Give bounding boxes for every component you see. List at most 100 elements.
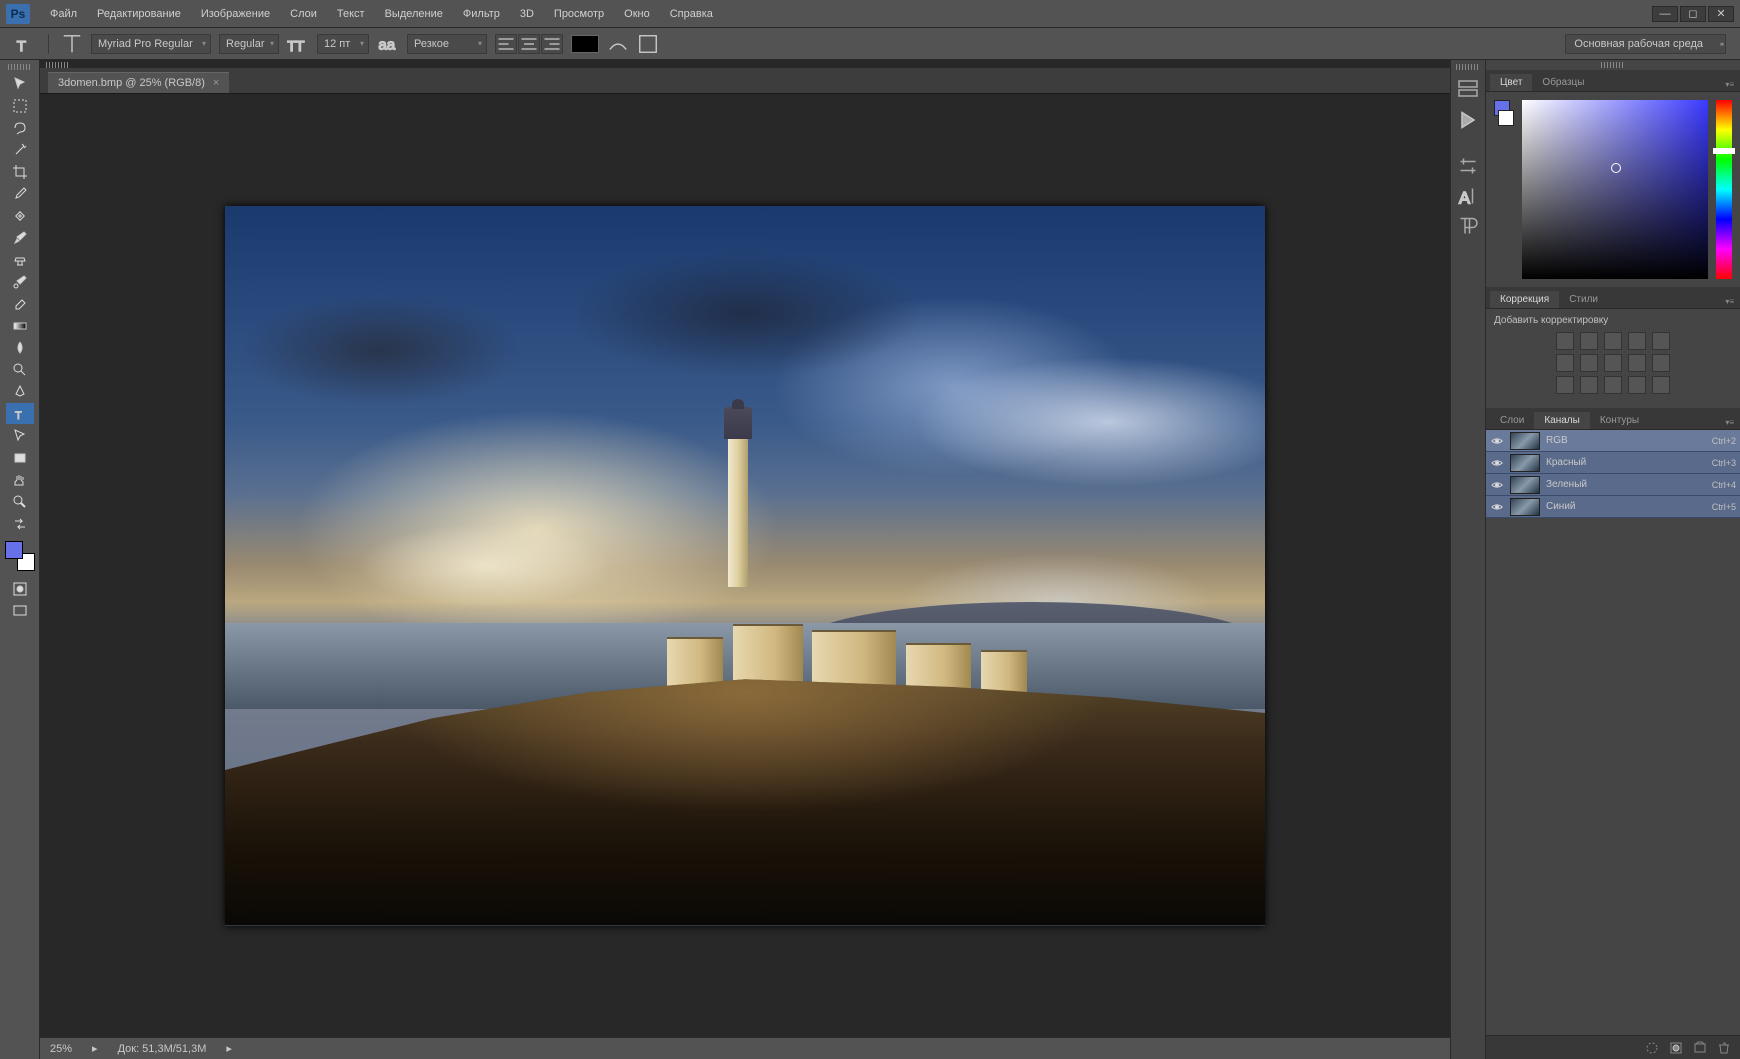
tab-adjustments[interactable]: Коррекция <box>1490 291 1559 308</box>
align-left-button[interactable] <box>495 34 517 54</box>
adj-levels-icon[interactable] <box>1580 332 1598 350</box>
clone-stamp-tool[interactable] <box>6 249 34 270</box>
character-dock-icon[interactable]: A <box>1456 184 1480 208</box>
canvas[interactable] <box>225 206 1265 926</box>
blur-tool[interactable] <box>6 337 34 358</box>
adj-hue-icon[interactable] <box>1556 354 1574 372</box>
font-weight-select[interactable]: Regular <box>219 34 279 54</box>
adj-posterize-icon[interactable] <box>1580 376 1598 394</box>
dodge-tool[interactable] <box>6 359 34 380</box>
channels-panel-menu-icon[interactable]: ▾≡ <box>1719 416 1740 429</box>
color-mini-swatches[interactable] <box>1494 100 1514 279</box>
gradient-tool[interactable] <box>6 315 34 336</box>
tab-color[interactable]: Цвет <box>1490 74 1532 91</box>
menu-file[interactable]: Файл <box>40 4 87 24</box>
adj-brightness-icon[interactable] <box>1556 332 1574 350</box>
text-orientation-icon[interactable] <box>61 33 83 55</box>
save-selection-icon[interactable] <box>1668 1040 1684 1056</box>
visibility-icon[interactable] <box>1490 500 1504 514</box>
channel-row[interactable]: RGBCtrl+2 <box>1486 430 1740 452</box>
healing-brush-tool[interactable] <box>6 205 34 226</box>
character-panel-icon[interactable] <box>637 33 659 55</box>
adj-vibrance-icon[interactable] <box>1652 332 1670 350</box>
zoom-tool[interactable] <box>6 491 34 512</box>
hue-slider[interactable] <box>1716 100 1732 279</box>
warp-text-icon[interactable] <box>607 33 629 55</box>
dock-gripper[interactable] <box>1456 64 1480 70</box>
tab-layers[interactable]: Слои <box>1490 412 1534 429</box>
rectangle-tool[interactable] <box>6 447 34 468</box>
adj-photofilter-icon[interactable] <box>1628 354 1646 372</box>
window-maximize-button[interactable]: ◻ <box>1680 6 1706 22</box>
adj-threshold-icon[interactable] <box>1604 376 1622 394</box>
channel-row[interactable]: ЗеленыйCtrl+4 <box>1486 474 1740 496</box>
window-minimize-button[interactable]: — <box>1652 6 1678 22</box>
font-size-select[interactable]: 12 пт <box>317 34 369 54</box>
lasso-tool[interactable] <box>6 117 34 138</box>
foreground-color-swatch[interactable] <box>5 541 23 559</box>
adjust-panel-menu-icon[interactable]: ▾≡ <box>1719 295 1740 308</box>
menu-text[interactable]: Текст <box>327 4 375 24</box>
type-tool-icon[interactable]: T <box>14 33 36 55</box>
brush-tool[interactable] <box>6 227 34 248</box>
mini-bg-swatch[interactable] <box>1498 110 1514 126</box>
doc-info-arrow-icon[interactable]: ▸ <box>226 1042 232 1055</box>
load-selection-icon[interactable] <box>1644 1040 1660 1056</box>
visibility-icon[interactable] <box>1490 478 1504 492</box>
adj-colorbalance-icon[interactable] <box>1580 354 1598 372</box>
actions-panel-icon[interactable] <box>1456 108 1480 132</box>
screen-mode-tool[interactable] <box>6 600 34 621</box>
magic-wand-tool[interactable] <box>6 139 34 160</box>
align-center-button[interactable] <box>518 34 540 54</box>
zoom-level[interactable]: 25% <box>50 1043 72 1055</box>
document-tab[interactable]: 3domen.bmp @ 25% (RGB/8) × <box>48 72 229 93</box>
channel-row[interactable]: СинийCtrl+5 <box>1486 496 1740 518</box>
panel-gripper[interactable] <box>1601 62 1625 68</box>
tab-styles[interactable]: Стили <box>1559 291 1608 308</box>
color-picker[interactable] <box>1522 100 1708 279</box>
adj-selectivecolor-icon[interactable] <box>1652 376 1670 394</box>
delete-channel-icon[interactable] <box>1716 1040 1732 1056</box>
canvas-viewport[interactable] <box>40 94 1450 1037</box>
window-close-button[interactable]: ✕ <box>1708 6 1734 22</box>
close-tab-icon[interactable]: × <box>213 77 219 89</box>
tab-channels[interactable]: Каналы <box>1534 412 1590 429</box>
color-panel-menu-icon[interactable]: ▾≡ <box>1719 78 1740 91</box>
adj-channelmixer-icon[interactable] <box>1652 354 1670 372</box>
eyedropper-tool[interactable] <box>6 183 34 204</box>
quick-mask-tool[interactable] <box>6 578 34 599</box>
marquee-tool[interactable] <box>6 95 34 116</box>
eraser-tool[interactable] <box>6 293 34 314</box>
zoom-arrow-icon[interactable]: ▸ <box>92 1042 98 1055</box>
menu-window[interactable]: Окно <box>614 4 660 24</box>
hand-tool[interactable] <box>6 469 34 490</box>
history-brush-tool[interactable] <box>6 271 34 292</box>
menu-layers[interactable]: Слои <box>280 4 327 24</box>
pen-tool[interactable] <box>6 381 34 402</box>
adj-curves-icon[interactable] <box>1604 332 1622 350</box>
type-tool[interactable]: T <box>6 403 34 424</box>
properties-panel-icon[interactable] <box>1456 154 1480 178</box>
font-family-select[interactable]: Myriad Pro Regular <box>91 34 211 54</box>
adj-bw-icon[interactable] <box>1604 354 1622 372</box>
workspace-select[interactable]: Основная рабочая среда <box>1565 34 1726 54</box>
anti-alias-select[interactable]: Резкое <box>407 34 487 54</box>
menu-edit[interactable]: Редактирование <box>87 4 191 24</box>
paragraph-dock-icon[interactable] <box>1456 214 1480 238</box>
adj-invert-icon[interactable] <box>1556 376 1574 394</box>
text-color-swatch[interactable] <box>571 35 599 53</box>
crop-tool[interactable] <box>6 161 34 182</box>
adj-exposure-icon[interactable] <box>1628 332 1646 350</box>
menu-select[interactable]: Выделение <box>375 4 453 24</box>
channel-row[interactable]: КрасныйCtrl+3 <box>1486 452 1740 474</box>
tab-paths[interactable]: Контуры <box>1590 412 1649 429</box>
tab-swatches[interactable]: Образцы <box>1532 74 1594 91</box>
menu-view[interactable]: Просмотр <box>544 4 614 24</box>
history-panel-icon[interactable] <box>1456 78 1480 102</box>
menu-3d[interactable]: 3D <box>510 4 544 24</box>
toolbar-gripper[interactable] <box>8 64 32 70</box>
move-tool[interactable] <box>6 73 34 94</box>
menu-filter[interactable]: Фильтр <box>453 4 510 24</box>
align-right-button[interactable] <box>541 34 563 54</box>
menu-help[interactable]: Справка <box>660 4 723 24</box>
